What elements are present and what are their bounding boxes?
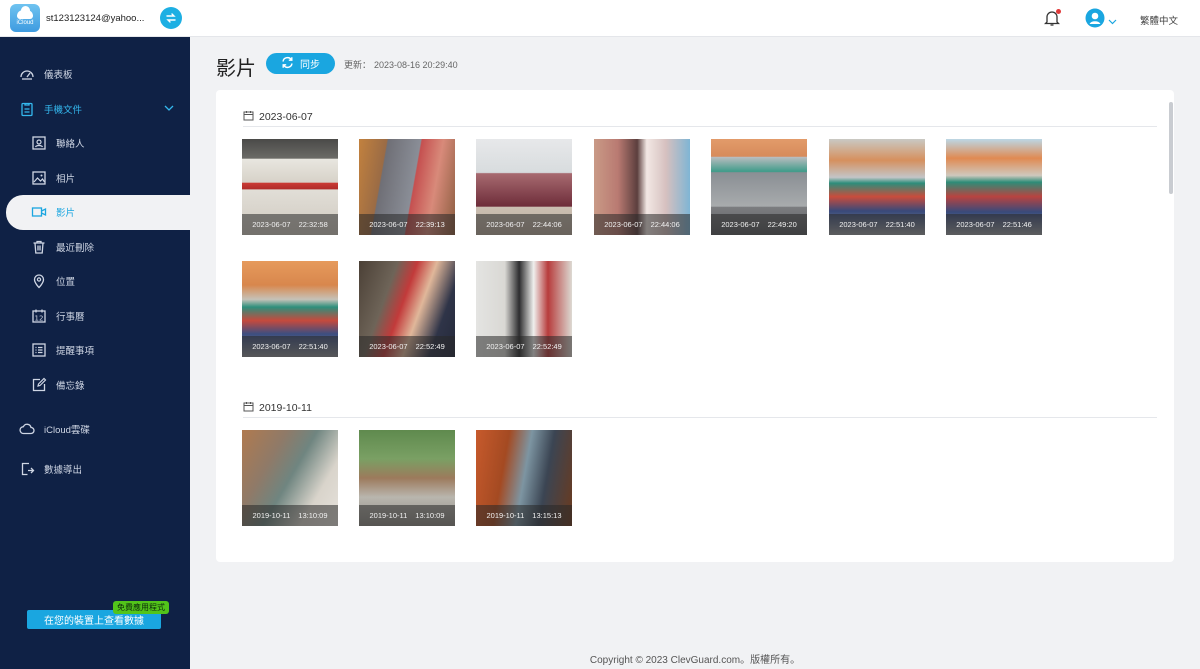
- video-timestamp: 2023-06-07 22:51:40: [242, 336, 338, 357]
- video-thumbnail[interactable]: 2023-06-07 22:49:20: [711, 139, 807, 235]
- svg-text:12: 12: [35, 314, 44, 322]
- sidebar-item-label: 聯絡人: [56, 139, 85, 151]
- sidebar-item-label: 儀表板: [44, 70, 73, 82]
- scrollbar[interactable]: [1169, 102, 1173, 194]
- sidebar-item-export[interactable]: 數據導出: [0, 452, 190, 487]
- video-thumbnail[interactable]: 2023-06-07 22:51:46: [946, 139, 1042, 235]
- date-group-header: 2019-10-11: [243, 401, 312, 415]
- update-time: 2023-08-16 20:29:40: [374, 60, 458, 70]
- export-icon: [18, 460, 36, 478]
- video-thumbnail[interactable]: 2023-06-07 22:39:13: [359, 139, 455, 235]
- checklist-icon: [30, 341, 48, 359]
- location-pin-icon: [30, 272, 48, 290]
- sidebar-item-label: 行事曆: [56, 311, 85, 323]
- chevron-down-icon: [164, 103, 174, 114]
- clipboard-icon: [18, 100, 36, 118]
- calendar-icon: 12: [30, 307, 48, 325]
- sync-label: 同步: [300, 60, 320, 71]
- video-thumbnail[interactable]: 2019-10-11 13:10:09: [242, 430, 338, 526]
- video-icon: [30, 203, 48, 221]
- video-timestamp: 2023-06-07 22:52:49: [476, 336, 572, 357]
- video-timestamp: 2023-06-07 22:32:58: [242, 214, 338, 235]
- update-label: 更新：: [344, 60, 372, 70]
- video-timestamp: 2019-10-11 13:10:09: [242, 505, 338, 526]
- video-thumbnail[interactable]: 2023-06-07 22:51:40: [829, 139, 925, 235]
- photo-icon: [30, 169, 48, 187]
- video-thumbnail[interactable]: 2023-06-07 22:32:58: [242, 139, 338, 235]
- sidebar-item-photos[interactable]: 相片: [0, 161, 190, 196]
- date-group-header: 2023-06-07: [243, 110, 313, 124]
- sidebar-item-label: 提醒事項: [56, 346, 95, 358]
- account-email: st123123124@yahoo...: [46, 12, 145, 24]
- sidebar-item-icloud-drive[interactable]: iCloud雲碟: [0, 412, 190, 447]
- sidebar-item-label: 手機文件: [44, 104, 83, 116]
- free-app-badge: 免費應用程式: [113, 601, 169, 614]
- notification-bell-icon[interactable]: [1043, 9, 1061, 32]
- calendar-icon: [243, 401, 254, 415]
- video-thumbnail[interactable]: 2019-10-11 13:10:09: [359, 430, 455, 526]
- sidebar-item-label: 備忘錄: [56, 380, 85, 392]
- sidebar-item-contacts[interactable]: 聯絡人: [0, 126, 190, 161]
- video-thumbnail[interactable]: 2023-06-07 22:44:06: [476, 139, 572, 235]
- video-thumbnail[interactable]: 2023-06-07 22:52:49: [476, 261, 572, 357]
- account-header: iCloud st123123124@yahoo...: [0, 0, 190, 37]
- sidebar-item-recently-deleted[interactable]: 最近刪除: [0, 230, 190, 265]
- sidebar: iCloud st123123124@yahoo... 儀表板 手機文件 聯絡人…: [0, 0, 190, 669]
- dashboard-icon: [18, 65, 36, 83]
- contacts-icon: [30, 134, 48, 152]
- sidebar-item-label: iCloud雲碟: [44, 425, 90, 437]
- sidebar-item-label: 數據導出: [44, 464, 83, 476]
- switch-account-icon[interactable]: [160, 7, 182, 29]
- sidebar-item-dashboard[interactable]: 儀表板: [0, 57, 190, 92]
- last-updated: 更新： 2023-08-16 20:29:40: [344, 58, 458, 71]
- video-timestamp: 2023-06-07 22:51:40: [829, 214, 925, 235]
- icloud-logo: iCloud: [10, 4, 40, 32]
- video-timestamp: 2023-06-07 22:44:06: [594, 214, 690, 235]
- video-timestamp: 2023-06-07 22:39:13: [359, 214, 455, 235]
- page-title: 影片: [216, 58, 256, 80]
- sidebar-item-reminders[interactable]: 提醒事項: [0, 333, 190, 368]
- avatar-icon: [1085, 8, 1105, 33]
- sidebar-item-label: 位置: [56, 277, 76, 289]
- video-thumbnail[interactable]: 2019-10-11 13:15:13: [476, 430, 572, 526]
- divider: [243, 126, 1157, 127]
- sync-button[interactable]: 同步: [266, 53, 335, 74]
- sidebar-item-calendar[interactable]: 12 行事曆: [0, 299, 190, 334]
- sidebar-item-notes[interactable]: 備忘錄: [0, 368, 190, 403]
- chevron-down-icon: [1108, 12, 1117, 30]
- sidebar-item-label: 最近刪除: [56, 242, 95, 254]
- language-selector[interactable]: 繁體中文: [1140, 13, 1178, 27]
- edit-note-icon: [30, 376, 48, 394]
- video-timestamp: 2023-06-07 22:52:49: [359, 336, 455, 357]
- date-group-label: 2023-06-07: [259, 111, 313, 123]
- video-timestamp: 2023-06-07 22:51:46: [946, 214, 1042, 235]
- video-timestamp: 2023-06-07 22:44:06: [476, 214, 572, 235]
- sidebar-group-phone-files[interactable]: 手機文件: [0, 92, 190, 127]
- sidebar-item-label: 影片: [56, 208, 76, 220]
- trash-icon: [30, 238, 48, 256]
- sidebar-item-location[interactable]: 位置: [0, 264, 190, 299]
- sidebar-item-videos[interactable]: 影片: [6, 195, 190, 230]
- footer-copyright: Copyright © 2023 ClevGuard.com。版權所有。: [589, 655, 801, 666]
- cloud-icon: [18, 420, 36, 438]
- topbar: 繁體中文: [190, 0, 1200, 37]
- video-timestamp: 2023-06-07 22:49:20: [711, 214, 807, 235]
- calendar-icon: [243, 110, 254, 124]
- user-menu[interactable]: [1085, 8, 1117, 33]
- video-thumbnail[interactable]: 2023-06-07 22:44:06: [594, 139, 690, 235]
- video-timestamp: 2019-10-11 13:10:09: [359, 505, 455, 526]
- video-thumbnail[interactable]: 2023-06-07 22:51:40: [242, 261, 338, 357]
- date-group-label: 2019-10-11: [259, 402, 312, 414]
- video-thumbnail[interactable]: 2023-06-07 22:52:49: [359, 261, 455, 357]
- sidebar-nav: 儀表板 手機文件 聯絡人 相片 影片 最近刪除 位置 12 行事曆 提醒事項 備…: [0, 37, 190, 486]
- refresh-icon: [281, 56, 294, 72]
- divider: [243, 417, 1157, 418]
- video-timestamp: 2019-10-11 13:15:13: [476, 505, 572, 526]
- sidebar-item-label: 相片: [56, 173, 76, 185]
